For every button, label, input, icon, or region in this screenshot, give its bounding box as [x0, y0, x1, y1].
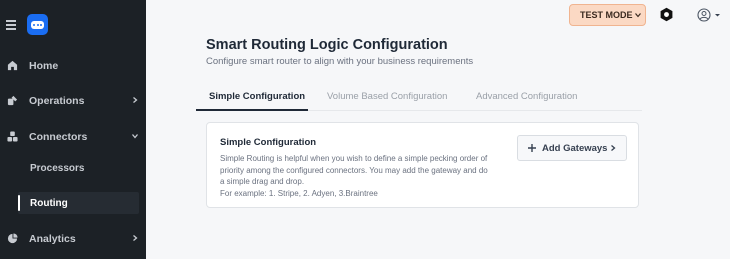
app-logo[interactable] — [27, 14, 48, 35]
card-title: Simple Configuration — [220, 137, 317, 148]
hexagon-settings-icon[interactable] — [659, 7, 674, 22]
card-description-line: Simple Routing is helpful when you wish … — [220, 154, 488, 163]
test-mode-label: TEST MODE — [580, 10, 633, 20]
user-profile-icon[interactable] — [697, 8, 721, 22]
sidebar-item-analytics[interactable]: Analytics — [0, 228, 146, 250]
card-description: Simple Routing is helpful when you wish … — [220, 153, 508, 199]
tab-advanced-configuration[interactable]: Advanced Configuration — [476, 91, 577, 102]
active-indicator — [18, 195, 20, 211]
add-gateways-label: Add Gateways — [542, 142, 608, 154]
chevron-right-icon — [611, 145, 616, 151]
plus-icon — [528, 144, 536, 152]
sidebar-item-label: Connectors — [29, 131, 88, 143]
active-tab-indicator — [196, 109, 308, 111]
sidebar-item-label: Home — [29, 60, 59, 72]
simple-configuration-card: Simple Configuration Simple Routing is h… — [206, 122, 639, 208]
home-icon — [7, 60, 18, 71]
add-gateways-button[interactable]: Add Gateways — [517, 135, 627, 161]
sidebar-item-operations[interactable]: Operations — [0, 90, 146, 112]
sidebar-subitem-routing[interactable]: Routing — [30, 198, 68, 209]
card-description-line: a simple drag and drop. — [220, 177, 305, 186]
sidebar: Home Operations Connectors Processors Ro… — [0, 0, 146, 259]
card-description-line: priority among the configured connectors… — [220, 165, 488, 175]
chevron-down-icon — [132, 134, 138, 139]
operations-icon — [7, 95, 18, 106]
chevron-right-icon — [133, 97, 138, 103]
chevron-right-icon — [133, 235, 138, 241]
sidebar-subitem-processors[interactable]: Processors — [30, 163, 84, 174]
sidebar-item-label: Analytics — [29, 233, 76, 245]
sidebar-item-home[interactable]: Home — [0, 55, 146, 77]
test-mode-dropdown[interactable]: TEST MODE — [569, 4, 646, 26]
sidebar-item-connectors[interactable]: Connectors — [0, 126, 146, 148]
page-title: Smart Routing Logic Configuration — [206, 37, 448, 53]
tab-simple-configuration[interactable]: Simple Configuration — [209, 91, 305, 102]
hamburger-menu-icon[interactable] — [6, 20, 16, 30]
chevron-down-icon — [635, 13, 641, 18]
sidebar-item-label: Operations — [29, 95, 85, 107]
tab-volume-based-configuration[interactable]: Volume Based Configuration — [327, 91, 447, 102]
page-subtitle: Configure smart router to align with you… — [206, 56, 474, 67]
connectors-icon — [7, 131, 18, 142]
analytics-icon — [7, 233, 18, 244]
card-description-line: For example: 1. Stripe, 2. Adyen, 3.Brai… — [220, 188, 378, 198]
